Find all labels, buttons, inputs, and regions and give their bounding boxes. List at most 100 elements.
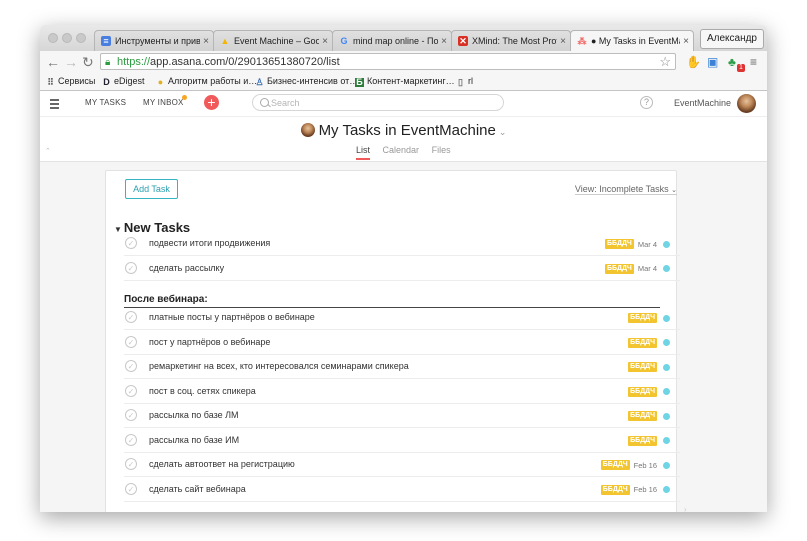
browser-tab-2[interactable]: G mind map online - Пои… × [332, 30, 452, 51]
task-row[interactable]: ✓ сделать автоответ на регистрацию ББДДЧ Fe… [124, 453, 680, 477]
menu-icon[interactable]: ≡ [750, 55, 757, 69]
close-tab-icon[interactable]: × [560, 36, 566, 47]
task-name[interactable]: рассылка по базе ЛМ [149, 410, 239, 420]
maximize-window-button[interactable] [76, 33, 86, 43]
bookmark-services[interactable]: ⠿ Сервисы [46, 75, 95, 88]
screen-extension-icon[interactable]: ▣ [707, 55, 718, 69]
close-tab-icon[interactable]: × [441, 36, 447, 47]
task-row[interactable]: ✓ пост в соц. сетях спикера ББДДЧ [124, 380, 680, 404]
checkmark-icon[interactable]: ✓ [125, 261, 137, 274]
my-tasks-link[interactable]: MY TASKS [85, 98, 126, 107]
task-row[interactable]: ✓ пост у партнёров о вебинаре ББДДЧ [124, 331, 680, 355]
browser-tab-0[interactable]: ≡ Инструменты и приви… × [94, 30, 214, 51]
task-meta: ББДДЧ [628, 410, 670, 422]
checkmark-icon[interactable]: ✓ [125, 458, 137, 470]
minimize-window-button[interactable] [62, 33, 72, 43]
project-tag[interactable]: ББДДЧ [628, 337, 657, 348]
due-date[interactable]: Mar 4 [638, 264, 657, 273]
checkmark-icon[interactable]: ✓ [125, 311, 137, 323]
tab-calendar[interactable]: Calendar [383, 145, 420, 158]
bookmark-content[interactable]: Б Контент-маркетинг… [355, 75, 455, 88]
checkmark-icon[interactable]: ✓ [125, 237, 137, 249]
project-tag[interactable]: ББДДЧ [600, 460, 630, 470]
task-name[interactable]: пост в соц. сетях спикера [149, 386, 256, 396]
project-avatar [300, 123, 315, 137]
hamburger-icon[interactable] [50, 99, 59, 111]
checkmark-icon[interactable]: ✓ [125, 384, 137, 397]
task-row[interactable]: ✓ рассылка по базе ИМ ББДДЧ [124, 429, 680, 453]
tree-extension-icon[interactable]: ♣ [728, 55, 736, 69]
evernote-extension-icon[interactable]: ✋ [686, 55, 701, 69]
task-row[interactable]: ✓ сделать сайт вебинара ББДДЧ Feb 16 [124, 478, 680, 502]
task-name[interactable]: ремаркетинг на всех, кто интересовался с… [149, 361, 409, 371]
profile-button[interactable]: Александр [699, 29, 764, 49]
project-title-text[interactable]: My Tasks in EventMachine [319, 122, 496, 139]
task-row[interactable]: ✓ сделать рассылку ББДДЧ Mar 4 [124, 257, 680, 281]
due-date[interactable]: Feb 16 [634, 461, 657, 470]
tab-title: Инструменты и приви… [115, 36, 200, 46]
task-name[interactable]: сделать сайт вебинара [149, 484, 246, 494]
close-tab-icon[interactable]: × [203, 36, 209, 47]
project-tag[interactable]: ББДДЧ [628, 411, 657, 421]
project-tag[interactable]: ББДДЧ [628, 386, 657, 397]
bookmark-business[interactable]: ♙ Бизнес-интенсив от… [255, 75, 358, 88]
address-bar[interactable]: 🔒︎ https://app.asana.com/0/2901365138072… [100, 53, 676, 70]
bookmark-star-icon[interactable]: ☆ [659, 53, 671, 70]
task-name[interactable]: платные посты у партнёров о вебинаре [149, 312, 315, 322]
task-meta: ББДДЧ [628, 361, 670, 373]
help-button[interactable]: ? [640, 96, 653, 109]
chevron-down-icon: ⌄ [671, 187, 677, 194]
task-row[interactable]: ✓ ремаркетинг на всех, кто интересовался … [124, 355, 680, 379]
chevron-down-icon[interactable]: ⌄ [499, 127, 507, 137]
collapse-sidebar-icon[interactable]: ⌃ [45, 147, 51, 155]
task-name[interactable]: сделать автоответ на регистрацию [149, 459, 295, 469]
close-window-button[interactable] [48, 33, 58, 43]
project-tag[interactable]: ББДДЧ [604, 239, 634, 249]
caret-down-icon[interactable]: ▼ [114, 225, 122, 234]
tab-title: Event Machine – Googl… [234, 36, 320, 46]
checkmark-icon[interactable]: ✓ [125, 482, 137, 495]
user-avatar[interactable] [737, 94, 756, 113]
task-name[interactable]: рассылка по базе ИМ [149, 435, 239, 445]
task-name[interactable]: сделать рассылку [149, 263, 224, 273]
task-row[interactable]: ✓ рассылка по базе ЛМ ББДДЧ [124, 404, 680, 428]
search-box[interactable] [252, 94, 504, 111]
tab-list[interactable]: List [356, 145, 371, 160]
project-tag[interactable]: ББДДЧ [604, 263, 634, 274]
checkmark-icon[interactable]: ✓ [125, 409, 137, 421]
project-tag[interactable]: ББДДЧ [600, 484, 630, 495]
search-input[interactable] [271, 96, 491, 109]
due-date[interactable]: Feb 16 [634, 485, 657, 494]
bookmark-algorithm[interactable]: ● Алгоритм работы и… [156, 75, 258, 88]
checkmark-icon[interactable]: ✓ [125, 433, 137, 446]
bookmark-edigest[interactable]: DeDigest [102, 75, 144, 88]
tab-files[interactable]: Files [432, 145, 451, 158]
workspace-name[interactable]: EventMachine [674, 98, 731, 108]
due-date[interactable]: Mar 4 [638, 240, 657, 249]
close-tab-icon[interactable]: × [322, 36, 328, 47]
browser-tab-4[interactable]: ⁂ ● My Tasks in EventMach… × [570, 30, 694, 51]
assignee-dot [663, 265, 670, 272]
quick-add-button[interactable]: + [204, 95, 219, 110]
browser-tab-3[interactable]: ✕ XMind: The Most Profe… × [451, 30, 571, 51]
bookmark-label: Сервисы [58, 76, 96, 86]
browser-tab-1[interactable]: ▲ Event Machine – Googl… × [213, 30, 333, 51]
task-name[interactable]: подвести итоги продвижения [149, 238, 270, 248]
forward-arrow-icon[interactable]: → [64, 54, 78, 70]
bookmark-rl[interactable]: ▯ rl [456, 75, 473, 88]
reload-icon[interactable]: ↻ [82, 54, 94, 70]
checkmark-icon[interactable]: ✓ [125, 335, 137, 348]
checkmark-icon[interactable]: ✓ [125, 360, 137, 372]
view-selector[interactable]: View: Incomplete Tasks ⌄ [574, 184, 677, 195]
project-tag[interactable]: ББДДЧ [628, 362, 657, 372]
project-tag[interactable]: ББДДЧ [628, 435, 657, 446]
add-task-button[interactable]: Add Task [125, 179, 178, 199]
task-row[interactable]: ✓ платные посты у партнёров о вебинаре ББД… [124, 306, 680, 330]
task-row[interactable]: ✓ подвести итоги продвижения ББДДЧ Mar 4 [124, 232, 680, 256]
task-name[interactable]: пост у партнёров о вебинаре [149, 337, 270, 347]
close-tab-icon[interactable]: × [683, 36, 689, 47]
project-tag[interactable]: ББДДЧ [628, 313, 657, 323]
bulb-icon: ● [157, 77, 164, 87]
my-inbox-link[interactable]: MY INBOX [143, 98, 184, 107]
back-arrow-icon[interactable]: ← [46, 54, 60, 70]
